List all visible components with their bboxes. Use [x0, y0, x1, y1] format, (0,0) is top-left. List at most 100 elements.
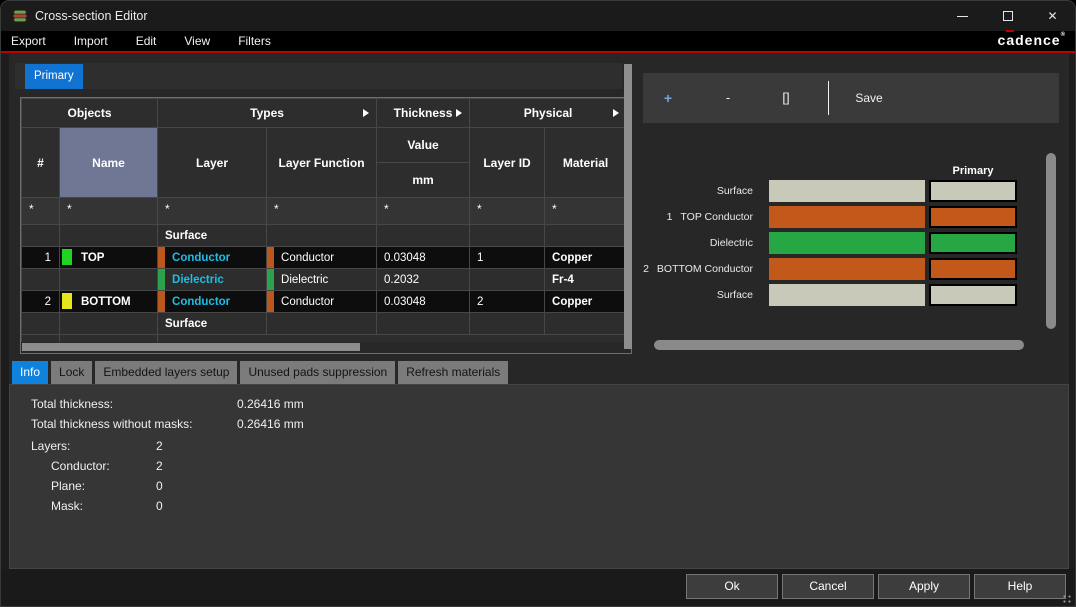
layer-function-cell[interactable]: Dielectric	[267, 269, 377, 291]
stack-row-surface-bottom: Surface	[641, 284, 1021, 306]
close-icon: ✕	[1047, 10, 1057, 22]
material-cell[interactable]: Fr-4	[545, 269, 627, 291]
filter-cell[interactable]: *	[377, 198, 470, 225]
layer-color-chip	[62, 293, 72, 309]
app-layers-icon	[12, 8, 28, 24]
layer-id-cell[interactable]: 1	[470, 247, 545, 269]
mask-count: 0	[156, 496, 163, 516]
layer-cell[interactable]: Dielectric	[158, 269, 267, 291]
stack-bar-primary[interactable]	[929, 258, 1017, 280]
layer-function-cell[interactable]: Conductor	[267, 247, 377, 269]
table-hscrollbar-track[interactable]	[21, 342, 631, 353]
col-group-types[interactable]: Types	[158, 99, 377, 128]
menu-view[interactable]: View	[170, 31, 224, 51]
material-cell[interactable]: Copper	[545, 247, 627, 269]
tab-primary[interactable]: Primary	[25, 64, 83, 89]
conductor-count: 2	[156, 456, 163, 476]
tab-embedded-layers-setup[interactable]: Embedded layers setup	[95, 361, 237, 384]
stack-hscrollbar[interactable]	[654, 340, 1024, 350]
filter-cell[interactable]: *	[267, 198, 377, 225]
material-cell[interactable]: Copper	[545, 291, 627, 313]
resize-grip[interactable]	[1062, 594, 1072, 604]
tab-unused-pads-suppression[interactable]: Unused pads suppression	[240, 361, 395, 384]
minimize-icon	[957, 16, 968, 17]
close-button[interactable]: ✕	[1030, 1, 1075, 31]
stack-bar-wide[interactable]	[769, 284, 925, 306]
cancel-button[interactable]: Cancel	[782, 574, 874, 599]
stack-bar-wide[interactable]	[769, 232, 925, 254]
layer-cell[interactable]: Surface	[158, 225, 267, 247]
name-cell[interactable]: BOTTOM	[60, 291, 158, 313]
value-cell[interactable]: 0.03048	[377, 291, 470, 313]
brackets-button[interactable]: []	[771, 73, 801, 123]
layer-color-chip	[62, 249, 72, 265]
tab-info[interactable]: Info	[12, 361, 48, 384]
row-num-cell[interactable]: 1	[22, 247, 60, 269]
layer-cell[interactable]: Surface	[158, 313, 267, 335]
filter-cell[interactable]: *	[545, 198, 627, 225]
stack-bar-wide[interactable]	[769, 180, 925, 202]
stack-bar-primary[interactable]	[929, 284, 1017, 306]
add-layer-button[interactable]: +	[653, 73, 683, 123]
layers-count: 2	[156, 436, 163, 456]
table-hscrollbar-thumb[interactable]	[22, 343, 360, 351]
row-num-cell[interactable]: 2	[22, 291, 60, 313]
apply-button[interactable]: Apply	[878, 574, 970, 599]
stack-bar-primary[interactable]	[929, 232, 1017, 254]
filter-cell[interactable]: *	[158, 198, 267, 225]
menu-bar: Export Import Edit View Filters cadence®	[1, 31, 1075, 53]
minimize-button[interactable]	[940, 1, 985, 31]
col-group-objects[interactable]: Objects	[22, 99, 158, 128]
menu-import[interactable]: Import	[60, 31, 122, 51]
col-header-name[interactable]: Name	[60, 128, 158, 198]
value-cell[interactable]: 0.2032	[377, 269, 470, 291]
col-header-layer-function[interactable]: Layer Function	[267, 128, 377, 198]
stack-bar-wide[interactable]	[769, 258, 925, 280]
sheet-tab-strip: Primary	[15, 63, 622, 89]
value-cell[interactable]: 0.03048	[377, 247, 470, 269]
stack-label: 1TOP Conductor	[641, 211, 753, 223]
col-header-unit-mm[interactable]: mm	[377, 163, 470, 198]
physical-expand-icon[interactable]	[613, 109, 619, 117]
save-button[interactable]: Save	[843, 73, 895, 123]
filter-cell[interactable]: *	[60, 198, 158, 225]
filter-cell[interactable]: *	[22, 198, 60, 225]
bottom-tab-bar: Info Lock Embedded layers setup Unused p…	[12, 361, 508, 384]
thickness-expand-icon[interactable]	[456, 109, 462, 117]
remove-layer-button[interactable]: -	[713, 73, 743, 123]
menu-edit[interactable]: Edit	[122, 31, 171, 51]
col-header-layer[interactable]: Layer	[158, 128, 267, 198]
table-vscrollbar[interactable]	[624, 64, 632, 349]
col-group-physical[interactable]: Physical	[470, 99, 627, 128]
dielectric-chip	[267, 269, 274, 290]
ok-button[interactable]: Ok	[686, 574, 778, 599]
help-button[interactable]: Help	[974, 574, 1066, 599]
layer-cell[interactable]: Conductor	[158, 247, 267, 269]
layer-cell[interactable]: Conductor	[158, 291, 267, 313]
stack-bar-primary[interactable]	[929, 180, 1017, 202]
filter-cell[interactable]: *	[470, 198, 545, 225]
col-group-thickness[interactable]: Thickness	[377, 99, 470, 128]
info-total-thickness-without-masks: Total thickness without masks: 0.26416 m…	[10, 414, 1068, 434]
col-header-material[interactable]: Material	[545, 128, 627, 198]
menu-filters[interactable]: Filters	[224, 31, 285, 51]
stack-toolbar: + - [] Save	[643, 73, 1059, 123]
maximize-button[interactable]	[985, 1, 1030, 31]
stack-vscrollbar[interactable]	[1046, 153, 1056, 329]
stack-bar-primary[interactable]	[929, 206, 1017, 228]
layer-id-cell[interactable]: 2	[470, 291, 545, 313]
info-layers: Layers: 2	[10, 436, 1068, 456]
stack-bar-wide[interactable]	[769, 206, 925, 228]
total-thickness-no-mask-value: 0.26416 mm	[237, 414, 304, 434]
info-conductor: Conductor: 2	[10, 456, 1068, 476]
types-expand-icon[interactable]	[363, 109, 369, 117]
stack-label: 2BOTTOM Conductor	[641, 263, 753, 275]
layer-function-cell[interactable]: Conductor	[267, 291, 377, 313]
col-header-layer-id[interactable]: Layer ID	[470, 128, 545, 198]
name-cell[interactable]: TOP	[60, 247, 158, 269]
tab-lock[interactable]: Lock	[51, 361, 92, 384]
col-header-num[interactable]: #	[22, 128, 60, 198]
tab-refresh-materials[interactable]: Refresh materials	[398, 361, 508, 384]
menu-export[interactable]: Export	[1, 31, 60, 51]
col-header-value[interactable]: Value	[377, 128, 470, 163]
